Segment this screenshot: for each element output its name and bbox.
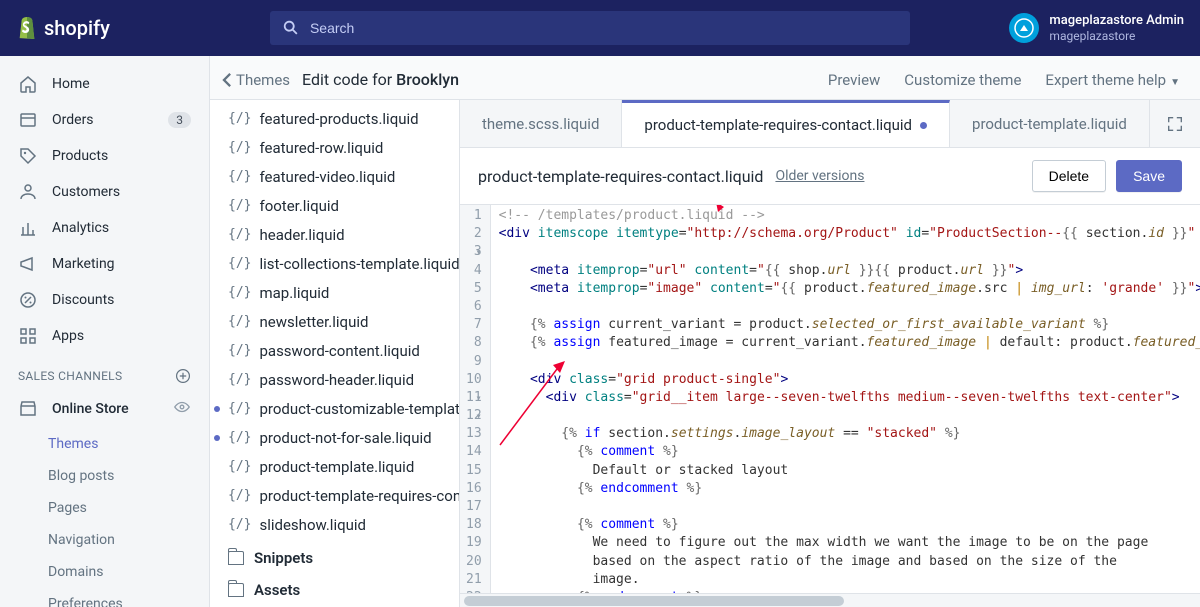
nav-themes[interactable]: Themes bbox=[0, 428, 209, 460]
search-input[interactable] bbox=[310, 20, 898, 36]
liquid-file-icon: {/} bbox=[228, 372, 251, 387]
search-icon bbox=[282, 19, 300, 37]
brand-text: shopify bbox=[44, 16, 110, 40]
liquid-file-icon: {/} bbox=[228, 111, 251, 126]
expand-icon[interactable] bbox=[1150, 100, 1200, 147]
file-item[interactable]: {/}slideshow.liquid bbox=[210, 510, 459, 539]
search-wrap bbox=[270, 11, 910, 45]
add-channel-icon[interactable] bbox=[175, 368, 191, 384]
file-item[interactable]: {/}featured-products.liquid bbox=[210, 104, 459, 133]
content-area: Themes Edit code for Brooklyn Preview Cu… bbox=[210, 56, 1200, 607]
liquid-file-icon: {/} bbox=[228, 517, 251, 532]
editor-tab[interactable]: product-template.liquid bbox=[950, 100, 1150, 147]
nav-orders[interactable]: Orders3 bbox=[0, 102, 209, 138]
delete-button[interactable]: Delete bbox=[1032, 160, 1106, 192]
file-item[interactable]: {/}featured-video.liquid bbox=[210, 162, 459, 191]
nav-online-store[interactable]: Online Store bbox=[0, 390, 209, 428]
nav-products[interactable]: Products bbox=[0, 138, 209, 174]
logo[interactable]: shopify bbox=[16, 16, 110, 40]
liquid-file-icon: {/} bbox=[228, 285, 251, 300]
file-item[interactable]: {/}password-header.liquid bbox=[210, 365, 459, 394]
nav-pages[interactable]: Pages bbox=[0, 492, 209, 524]
code-lines[interactable]: <!-- /templates/product.liquid --><div i… bbox=[491, 205, 1200, 593]
file-item[interactable]: {/}featured-row.liquid bbox=[210, 133, 459, 162]
file-tree[interactable]: {/}featured-products.liquid{/}featured-r… bbox=[210, 100, 460, 607]
code-editor: theme.scss.liquidproduct-template-requir… bbox=[460, 100, 1200, 607]
modified-dot-icon bbox=[920, 122, 927, 129]
add-asset-link[interactable]: Add a new asset bbox=[210, 603, 459, 607]
file-item[interactable]: {/}list-collections-template.liquid bbox=[210, 249, 459, 278]
top-bar: shopify mageplazastore Admin mageplazast… bbox=[0, 0, 1200, 56]
folder-icon bbox=[228, 583, 244, 597]
nav-discounts[interactable]: Discounts bbox=[0, 282, 209, 318]
user-store: mageplazastore bbox=[1049, 29, 1184, 43]
content-header: Themes Edit code for Brooklyn Preview Cu… bbox=[210, 56, 1200, 99]
liquid-file-icon: {/} bbox=[228, 198, 251, 213]
modified-dot-icon bbox=[214, 435, 220, 441]
editor-tab[interactable]: product-template-requires-contact.liquid bbox=[622, 100, 950, 147]
liquid-file-icon: {/} bbox=[228, 430, 251, 445]
liquid-file-icon: {/} bbox=[228, 256, 251, 271]
expert-help-link[interactable]: Expert theme help▼ bbox=[1045, 71, 1180, 89]
file-item[interactable]: {/}password-content.liquid bbox=[210, 336, 459, 365]
line-gutter: 12▾345678910▾11▾121314151617181920212223… bbox=[460, 205, 491, 593]
nav-blog-posts[interactable]: Blog posts bbox=[0, 460, 209, 492]
back-label: Themes bbox=[236, 71, 290, 89]
file-item[interactable]: {/}header.liquid bbox=[210, 220, 459, 249]
user-name: mageplazastore Admin bbox=[1049, 13, 1184, 29]
user-menu[interactable]: mageplazastore Admin mageplazastore bbox=[1009, 13, 1184, 43]
nav-apps[interactable]: Apps bbox=[0, 318, 209, 354]
folder-snippets[interactable]: Snippets bbox=[210, 539, 459, 571]
preview-link[interactable]: Preview bbox=[828, 71, 880, 89]
shopify-bag-icon bbox=[16, 16, 38, 40]
liquid-file-icon: {/} bbox=[228, 314, 251, 329]
code-area[interactable]: 12▾345678910▾11▾121314151617181920212223… bbox=[460, 204, 1200, 593]
folder-assets[interactable]: Assets bbox=[210, 571, 459, 603]
eye-icon[interactable] bbox=[173, 398, 191, 420]
user-text: mageplazastore Admin mageplazastore bbox=[1049, 13, 1184, 43]
file-item[interactable]: {/}footer.liquid bbox=[210, 191, 459, 220]
liquid-file-icon: {/} bbox=[228, 459, 251, 474]
liquid-file-icon: {/} bbox=[228, 227, 251, 242]
badge: 3 bbox=[168, 112, 191, 128]
nav-preferences[interactable]: Preferences bbox=[0, 588, 209, 607]
save-button[interactable]: Save bbox=[1116, 160, 1182, 192]
editor-tabs: theme.scss.liquidproduct-template-requir… bbox=[460, 100, 1200, 148]
file-item[interactable]: {/}map.liquid bbox=[210, 278, 459, 307]
liquid-file-icon: {/} bbox=[228, 343, 251, 358]
header-actions: Preview Customize theme Expert theme hel… bbox=[828, 71, 1180, 89]
current-file-name: product-template-requires-contact.liquid bbox=[478, 167, 763, 186]
chevron-left-icon bbox=[222, 73, 232, 87]
file-header: product-template-requires-contact.liquid… bbox=[460, 148, 1200, 204]
editor-scrollbar[interactable] bbox=[460, 593, 1200, 607]
file-item[interactable]: {/}product-template-requires-contact.liq… bbox=[210, 481, 459, 510]
search-box[interactable] bbox=[270, 11, 910, 45]
file-item[interactable]: {/}product-template.liquid bbox=[210, 452, 459, 481]
channels-header-label: SALES CHANNELS bbox=[18, 369, 122, 383]
file-item[interactable]: {/}product-not-for-sale.liquid bbox=[210, 423, 459, 452]
chevron-down-icon: ▼ bbox=[1170, 77, 1180, 88]
nav-analytics[interactable]: Analytics bbox=[0, 210, 209, 246]
folder-icon bbox=[228, 551, 244, 565]
file-item[interactable]: {/}product-customizable-template.liquid bbox=[210, 394, 459, 423]
nav-navigation[interactable]: Navigation bbox=[0, 524, 209, 556]
liquid-file-icon: {/} bbox=[228, 488, 251, 503]
older-versions-link[interactable]: Older versions bbox=[775, 168, 864, 184]
nav-home[interactable]: Home bbox=[0, 66, 209, 102]
nav-customers[interactable]: Customers bbox=[0, 174, 209, 210]
page-title: Edit code for Brooklyn bbox=[302, 70, 459, 89]
liquid-file-icon: {/} bbox=[228, 401, 251, 416]
left-nav: HomeOrders3ProductsCustomersAnalyticsMar… bbox=[0, 56, 210, 607]
editor-tab[interactable]: theme.scss.liquid bbox=[460, 100, 622, 147]
customize-theme-link[interactable]: Customize theme bbox=[904, 71, 1021, 89]
file-item[interactable]: {/}newsletter.liquid bbox=[210, 307, 459, 336]
nav-marketing[interactable]: Marketing bbox=[0, 246, 209, 282]
modified-dot-icon bbox=[214, 406, 220, 412]
nav-domains[interactable]: Domains bbox=[0, 556, 209, 588]
avatar bbox=[1009, 13, 1039, 43]
liquid-file-icon: {/} bbox=[228, 169, 251, 184]
liquid-file-icon: {/} bbox=[228, 140, 251, 155]
sales-channels-header: SALES CHANNELS bbox=[0, 354, 209, 390]
back-link[interactable]: Themes bbox=[222, 71, 290, 89]
